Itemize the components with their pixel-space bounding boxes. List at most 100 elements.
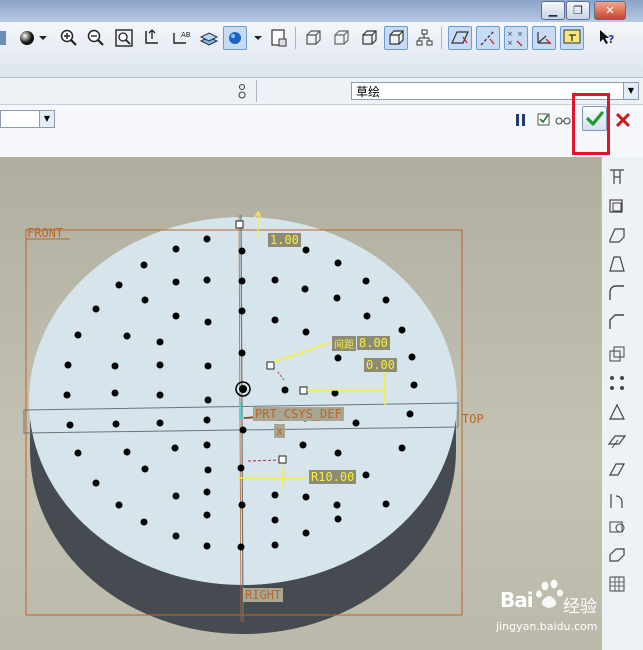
- hole: [239, 426, 247, 434]
- hole: [237, 543, 245, 551]
- hole: [302, 328, 310, 336]
- round-tool-icon[interactable]: [606, 282, 628, 304]
- hole: [382, 500, 390, 508]
- hole: [302, 493, 310, 501]
- hole: [408, 353, 416, 361]
- saved-views-icon[interactable]: AB: [170, 27, 192, 49]
- offset-tool-icon[interactable]: [606, 516, 628, 538]
- datum-plane-display-icon[interactable]: [448, 26, 472, 50]
- annotation-display-icon[interactable]: [560, 26, 584, 50]
- appearance-icon[interactable]: [223, 26, 247, 50]
- svg-text:AB: AB: [181, 31, 191, 39]
- hole: [140, 261, 148, 269]
- refit-icon[interactable]: [113, 27, 135, 49]
- drag-handle-radius[interactable]: [278, 455, 287, 464]
- hole: [203, 542, 211, 550]
- rib-tool-icon[interactable]: [606, 224, 628, 246]
- hole: [203, 488, 211, 496]
- pause-icon[interactable]: [510, 110, 532, 132]
- extend-tool-icon[interactable]: [606, 490, 628, 512]
- merge-tool-icon[interactable]: [606, 430, 628, 452]
- coord-label: x: [274, 424, 286, 438]
- hole: [111, 362, 119, 370]
- minimize-button[interactable]: ▁: [541, 1, 565, 20]
- hole-tool-icon[interactable]: [606, 166, 628, 188]
- hole: [362, 471, 370, 479]
- no-hidden-icon[interactable]: [358, 27, 380, 49]
- hole: [271, 541, 279, 549]
- layers-icon[interactable]: [198, 27, 220, 49]
- datum-axis-display-icon[interactable]: [476, 26, 500, 50]
- datum-point-display-icon[interactable]: × × ×: [504, 26, 528, 50]
- sketch-filter-value: 草绘: [356, 85, 381, 99]
- hole: [334, 259, 342, 267]
- svg-text:?: ?: [608, 33, 614, 46]
- pattern-tool-icon[interactable]: [606, 372, 628, 394]
- hole: [203, 441, 211, 449]
- hole: [112, 420, 120, 428]
- hole: [203, 276, 211, 284]
- wireframe-icon[interactable]: [302, 27, 324, 49]
- spacing-dimension-label: 间距: [332, 336, 356, 351]
- shading-icon[interactable]: [384, 26, 408, 50]
- angle-dimension[interactable]: 0.00: [364, 358, 397, 372]
- shell-tool-icon[interactable]: [606, 195, 628, 217]
- zoom-in-icon[interactable]: [58, 27, 80, 49]
- model-view[interactable]: [0, 157, 601, 650]
- hole: [410, 381, 418, 389]
- mirror-tool-icon[interactable]: [606, 401, 628, 423]
- csys-display-icon[interactable]: [532, 26, 556, 50]
- hole: [299, 441, 307, 449]
- hole: [92, 305, 100, 313]
- top-offset-dimension[interactable]: 1.00: [268, 233, 301, 247]
- hole: [171, 444, 179, 452]
- context-help-icon[interactable]: ?: [596, 27, 618, 49]
- drag-handle-angle[interactable]: [299, 386, 308, 395]
- drag-handle-top[interactable]: [235, 220, 244, 229]
- hole: [302, 246, 310, 254]
- hole: [398, 444, 406, 452]
- hole: [333, 294, 341, 302]
- spacing-dimension[interactable]: 8.00: [357, 336, 390, 350]
- hole: [238, 501, 246, 509]
- highlight-box: [572, 93, 610, 155]
- hole: [406, 410, 414, 418]
- hole: [382, 296, 390, 304]
- draft-tool-icon[interactable]: [606, 253, 628, 275]
- watermark-url: jingyan.baidu.com: [496, 620, 598, 633]
- hole: [238, 247, 246, 255]
- chamfer-tool-icon[interactable]: [606, 311, 628, 333]
- hole: [362, 277, 370, 285]
- zoom-out-icon[interactable]: [85, 27, 107, 49]
- hole: [203, 235, 211, 243]
- hole: [111, 389, 119, 397]
- radius-dimension[interactable]: R10.00: [309, 470, 357, 484]
- view-manager-icon[interactable]: [268, 27, 290, 49]
- close-window-button[interactable]: ✕: [594, 1, 626, 20]
- maximize-button[interactable]: ❐: [566, 1, 590, 20]
- hidden-line-icon[interactable]: [330, 27, 352, 49]
- hole: [398, 326, 406, 334]
- dashboard-combo[interactable]: ▼: [0, 110, 55, 128]
- trim-tool-icon[interactable]: [606, 459, 628, 481]
- toolbar-separator: [441, 27, 442, 49]
- hole: [140, 518, 148, 526]
- drag-handle-spacing[interactable]: [266, 361, 275, 370]
- reorient-icon[interactable]: [141, 27, 163, 49]
- toolbar-separator: [295, 27, 296, 49]
- hole: [271, 516, 279, 524]
- cancel-button[interactable]: [613, 108, 633, 130]
- hole: [204, 466, 212, 474]
- hole: [334, 449, 342, 457]
- thicken-tool-icon[interactable]: [606, 543, 628, 565]
- hole: [333, 501, 341, 509]
- copy-tool-icon[interactable]: [606, 343, 628, 365]
- model-tree-icon[interactable]: [414, 27, 436, 49]
- display-style-dropdown-icon[interactable]: [35, 27, 57, 49]
- spin-center-icon[interactable]: [231, 80, 253, 102]
- chevron-down-icon[interactable]: ▼: [623, 83, 638, 99]
- hole: [63, 391, 71, 399]
- hole: [302, 529, 310, 537]
- chevron-down-icon[interactable]: ▼: [39, 111, 54, 127]
- hole: [141, 465, 149, 473]
